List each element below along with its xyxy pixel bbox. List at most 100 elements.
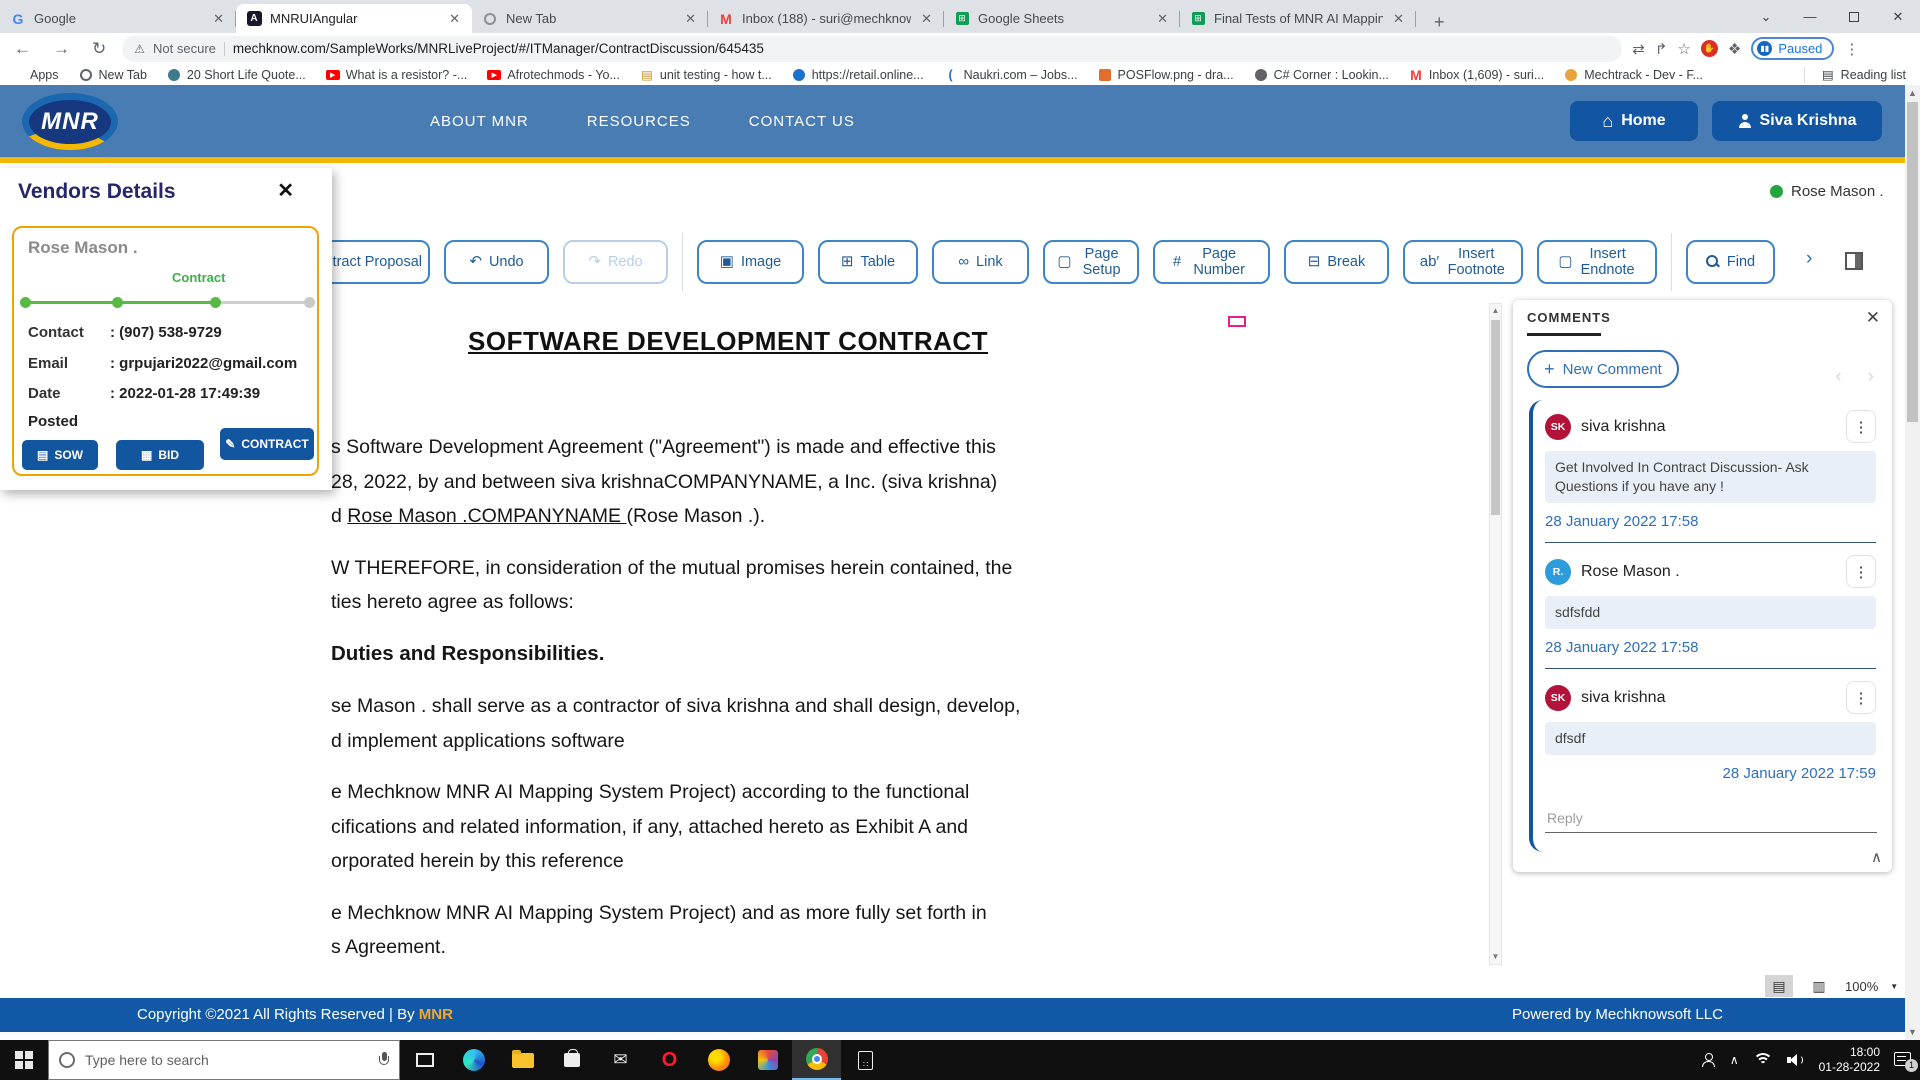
sow-button[interactable]: ▤SOW [22, 440, 98, 470]
zoom-caret-icon[interactable]: ▼ [1890, 982, 1898, 991]
toolbar-overflow-chevron[interactable]: › [1806, 248, 1812, 270]
image-button[interactable]: ▣Image [697, 240, 804, 284]
tab-final-tests[interactable]: ⊞ Final Tests of MNR AI Mapping S ✕ [1180, 4, 1416, 33]
tab-close-icon[interactable]: ✕ [211, 11, 226, 27]
tab-mnruiangular[interactable]: A MNRUIAngular ✕ [236, 4, 472, 33]
document-scrollbar[interactable]: ▲ ▼ [1489, 303, 1502, 965]
bookmark-resistor-video[interactable]: ▶What is a resistor? -... [326, 68, 468, 82]
back-icon[interactable]: ← [8, 39, 37, 59]
bookmark-posflow[interactable]: POSFlow.png - dra... [1098, 68, 1234, 82]
bookmark-new-tab[interactable]: New Tab [79, 68, 147, 82]
calculator-button[interactable]: ∷ [841, 1040, 890, 1080]
tab-close-icon[interactable]: ✕ [919, 11, 934, 27]
bookmark-life-quotes[interactable]: 20 Short Life Quote... [167, 68, 306, 82]
footer-brand-link[interactable]: MNR [419, 1006, 453, 1023]
taskbar-clock[interactable]: 18:00 01-28-2022 [1819, 1045, 1880, 1075]
user-button[interactable]: Siva Krishna [1712, 101, 1882, 141]
nav-contact-us[interactable]: CONTACT US [749, 113, 855, 130]
prev-comment-icon[interactable]: ‹ [1835, 366, 1841, 388]
bid-button[interactable]: ▦BID [116, 440, 204, 470]
microphone-icon[interactable] [379, 1052, 389, 1068]
chrome-button[interactable] [792, 1040, 841, 1080]
people-icon[interactable] [1702, 1053, 1716, 1067]
scroll-up-icon[interactable]: ▲ [1905, 85, 1920, 101]
bookmark-naukri[interactable]: (Naukri.com – Jobs... [944, 68, 1078, 82]
comment-menu-kebab-icon[interactable]: ⋮ [1846, 555, 1876, 588]
omnibox[interactable]: ⚠ Not secure mechknow.com/SampleWorks/MN… [122, 36, 1622, 62]
close-window-button[interactable]: ✕ [1876, 0, 1920, 33]
redo-button[interactable]: ↷Redo [563, 240, 668, 284]
print-layout-icon[interactable]: ▤ [1765, 975, 1793, 997]
taskbar-search-input[interactable] [85, 1052, 369, 1068]
nav-resources[interactable]: RESOURCES [587, 113, 691, 130]
undo-button[interactable]: ↶Undo [444, 240, 549, 284]
pinned-app-button[interactable] [743, 1040, 792, 1080]
side-panel-toggle-icon[interactable] [1845, 252, 1863, 270]
nav-about-mnr[interactable]: ABOUT MNR [430, 113, 529, 130]
zoom-level[interactable]: 100% [1845, 979, 1878, 994]
new-tab-button[interactable]: + [1426, 12, 1453, 33]
scroll-up-icon[interactable]: ▲ [1490, 304, 1501, 318]
mail-button[interactable]: ✉ [596, 1040, 645, 1080]
scroll-down-icon[interactable]: ▼ [1490, 950, 1501, 964]
translate-icon[interactable]: ⇄ [1632, 40, 1645, 58]
comment-menu-kebab-icon[interactable]: ⋮ [1846, 410, 1876, 443]
tab-gmail-inbox[interactable]: M Inbox (188) - suri@mechknowsof ✕ [708, 4, 944, 33]
document-body[interactable]: s Software Development Agreement ("Agree… [331, 430, 1481, 982]
share-icon[interactable]: ↱ [1655, 40, 1668, 58]
link-button[interactable]: ∞Link [932, 240, 1029, 284]
scrollbar-thumb[interactable] [1907, 102, 1918, 422]
page-number-button[interactable]: #Page Number [1153, 240, 1270, 284]
notification-center-button[interactable]: 1 [1894, 1052, 1914, 1069]
find-button[interactable]: Find [1686, 240, 1775, 284]
tab-close-icon[interactable]: ✕ [447, 11, 462, 27]
comments-close-icon[interactable]: ✕ [1866, 308, 1880, 328]
tab-google-sheets[interactable]: ⊞ Google Sheets ✕ [944, 4, 1180, 33]
forward-icon[interactable]: → [47, 39, 76, 59]
break-button[interactable]: ⊟Break [1284, 240, 1389, 284]
paused-extension-pill[interactable]: ▮▮ Paused [1751, 37, 1834, 60]
firefox-button[interactable] [694, 1040, 743, 1080]
contract-button[interactable]: ✎CONTRACT [220, 428, 314, 460]
tab-close-icon[interactable]: ✕ [683, 11, 698, 27]
start-button[interactable] [0, 1040, 48, 1080]
insert-endnote-button[interactable]: ▢Insert Endnote [1537, 240, 1657, 284]
reading-list-button[interactable]: ▤Reading list [1804, 67, 1906, 83]
tab-close-icon[interactable]: ✕ [1155, 11, 1170, 27]
bookmark-afrotechmods[interactable]: ▶Afrotechmods - Yo... [487, 68, 620, 82]
bookmark-apps[interactable]: Apps [10, 68, 59, 82]
web-layout-icon[interactable]: ▥ [1805, 975, 1833, 997]
home-button[interactable]: ⌂ Home [1570, 101, 1698, 141]
comment-anchor-marker[interactable] [1228, 316, 1246, 327]
file-explorer-button[interactable] [498, 1040, 547, 1080]
task-view-button[interactable] [400, 1040, 449, 1080]
next-comment-icon[interactable]: › [1868, 366, 1874, 388]
bookmark-csharp-corner[interactable]: C# Corner : Lookin... [1254, 68, 1389, 82]
taskbar-search[interactable] [48, 1040, 400, 1080]
opera-button[interactable]: O [645, 1040, 694, 1080]
insert-footnote-button[interactable]: ab′Insert Footnote [1403, 240, 1523, 284]
browser-scrollbar[interactable]: ▲ ▼ [1905, 85, 1920, 1040]
extensions-puzzle-icon[interactable]: ❖ [1728, 40, 1741, 58]
bookmark-unit-testing[interactable]: ▤unit testing - how t... [640, 68, 772, 82]
bookmark-retail-online[interactable]: https://retail.online... [792, 68, 924, 82]
adblock-extension-icon[interactable]: ✋ [1701, 40, 1718, 57]
maximize-button[interactable] [1832, 0, 1876, 33]
table-button[interactable]: ⊞Table [818, 240, 918, 284]
new-comment-button[interactable]: + New Comment [1527, 350, 1679, 388]
volume-icon[interactable] [1787, 1053, 1805, 1067]
tray-chevron-up-icon[interactable]: ∧ [1730, 1053, 1739, 1067]
wifi-icon[interactable] [1753, 1053, 1773, 1068]
url-text[interactable]: mechknow.com/SampleWorks/MNRLiveProject/… [233, 41, 764, 56]
scroll-down-icon[interactable]: ▼ [1905, 1024, 1920, 1040]
tab-new-tab[interactable]: New Tab ✕ [472, 4, 708, 33]
tab-google[interactable]: G Google ✕ [0, 4, 236, 33]
browser-menu-kebab-icon[interactable]: ⋮ [1844, 40, 1859, 58]
store-button[interactable] [547, 1040, 596, 1080]
reload-icon[interactable]: ↻ [86, 39, 112, 59]
comment-menu-kebab-icon[interactable]: ⋮ [1846, 681, 1876, 714]
collapse-chevron-icon[interactable]: ∧ [1871, 848, 1882, 866]
reply-input[interactable] [1545, 806, 1877, 833]
scrollbar-thumb[interactable] [1491, 320, 1500, 515]
bookmark-star-icon[interactable]: ☆ [1677, 40, 1690, 58]
